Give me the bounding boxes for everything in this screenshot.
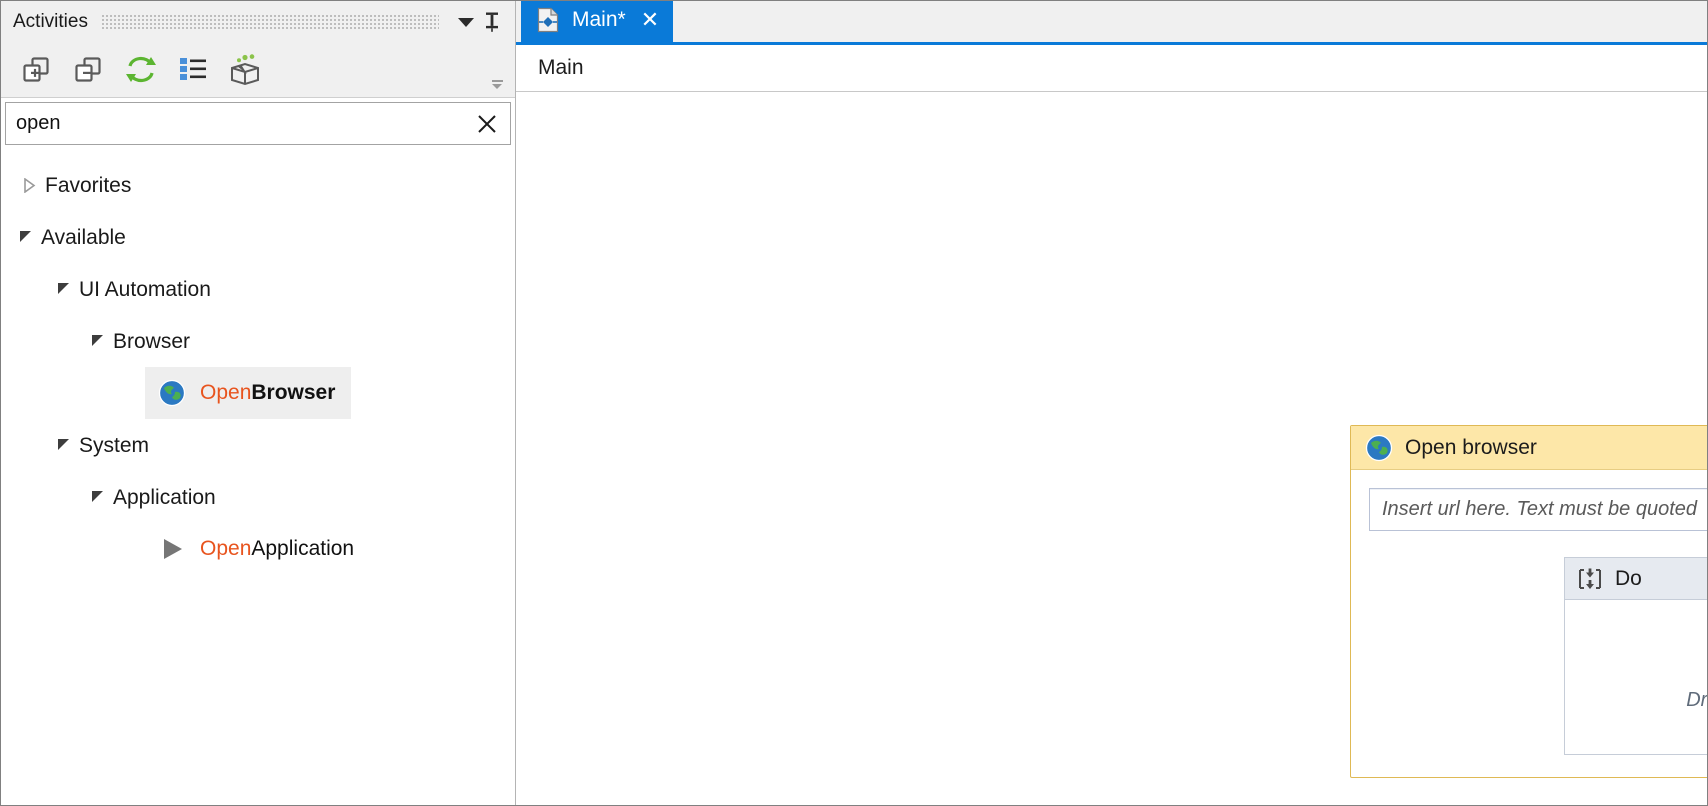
panel-title: Activities xyxy=(13,11,88,33)
activity-title: Open browser xyxy=(1405,436,1707,460)
tree-item-label: System xyxy=(79,435,149,456)
activities-panel-header: Activities xyxy=(1,1,515,43)
expander-collapsed-icon[interactable] xyxy=(15,159,45,211)
expander-expanded-icon[interactable] xyxy=(49,419,79,471)
expander-expanded-icon[interactable] xyxy=(83,315,113,367)
dropzone-label: Drop activity here xyxy=(1686,689,1707,712)
activity-item-open-browser[interactable]: Open Browser xyxy=(1,367,515,419)
sequence-title: Do xyxy=(1615,567,1707,591)
designer-area: Main* ✕ Main Open bro xyxy=(516,1,1707,805)
pin-icon[interactable] xyxy=(479,9,505,35)
expander-expanded-icon[interactable] xyxy=(11,211,41,263)
activity-body: Do xyxy=(1351,470,1707,777)
search-box[interactable] xyxy=(5,102,511,145)
open-browser-globe-icon xyxy=(157,378,187,408)
activities-tree: Favorites Available UI Automation xyxy=(1,145,515,805)
activity-item-open-application[interactable]: Open Application xyxy=(1,523,515,575)
sequence-icon xyxy=(1577,566,1603,592)
activity-header[interactable]: Open browser xyxy=(1351,426,1707,470)
tree-item-system[interactable]: System xyxy=(1,419,515,471)
tab-strip: Main* ✕ xyxy=(516,1,1707,45)
tree-item-available[interactable]: Available xyxy=(1,211,515,263)
refresh-icon[interactable] xyxy=(115,48,167,92)
breadcrumb-item-main[interactable]: Main xyxy=(538,56,584,80)
collapse-all-icon[interactable] xyxy=(63,48,115,92)
tree-item-application[interactable]: Application xyxy=(1,471,515,523)
tab-main[interactable]: Main* ✕ xyxy=(521,0,673,42)
tree-item-label: Available xyxy=(41,227,126,248)
panel-drag-handle[interactable] xyxy=(102,15,439,29)
open-browser-globe-icon xyxy=(1365,434,1393,462)
clear-search-button[interactable] xyxy=(470,107,504,141)
open-application-play-icon xyxy=(157,534,187,564)
tab-close-button[interactable]: ✕ xyxy=(641,9,659,31)
activity-label-rest: Browser xyxy=(251,381,335,405)
chevron-down-icon[interactable] xyxy=(453,9,479,35)
sequence-do[interactable]: Do xyxy=(1564,557,1707,755)
workflow-canvas[interactable]: Open browser xyxy=(516,92,1707,805)
sequence-header[interactable]: Do xyxy=(1565,558,1707,600)
url-field-wrapper[interactable] xyxy=(1369,488,1707,531)
activities-toolbar xyxy=(1,43,515,98)
tab-title: Main* xyxy=(572,8,626,32)
toolbar-overflow-icon[interactable] xyxy=(487,75,507,93)
search-input[interactable] xyxy=(16,112,470,135)
url-input[interactable] xyxy=(1382,498,1707,521)
expand-all-icon[interactable] xyxy=(11,48,63,92)
tree-item-label: Browser xyxy=(113,331,190,352)
package-box-icon[interactable] xyxy=(219,48,271,92)
tree-item-label: Favorites xyxy=(45,175,131,196)
activity-open-browser[interactable]: Open browser xyxy=(1350,425,1707,778)
activity-label-match: Open xyxy=(200,381,251,405)
tree-item-label: UI Automation xyxy=(79,279,211,300)
tree-item-browser[interactable]: Browser xyxy=(1,315,515,367)
activity-label-match: Open xyxy=(200,537,251,561)
workflow-file-icon xyxy=(535,7,561,33)
tree-item-ui-automation[interactable]: UI Automation xyxy=(1,263,515,315)
breadcrumb: Main xyxy=(516,45,1707,92)
uipath-studio-window: Activities xyxy=(0,0,1708,806)
tree-item-favorites[interactable]: Favorites xyxy=(1,159,515,211)
sequence-dropzone[interactable]: Drop activity here xyxy=(1565,600,1707,754)
activity-label-rest: Application xyxy=(251,537,354,561)
expander-expanded-icon[interactable] xyxy=(49,263,79,315)
activities-panel: Activities xyxy=(1,1,516,805)
list-view-icon[interactable] xyxy=(167,48,219,92)
tree-item-label: Application xyxy=(113,487,216,508)
expander-expanded-icon[interactable] xyxy=(83,471,113,523)
